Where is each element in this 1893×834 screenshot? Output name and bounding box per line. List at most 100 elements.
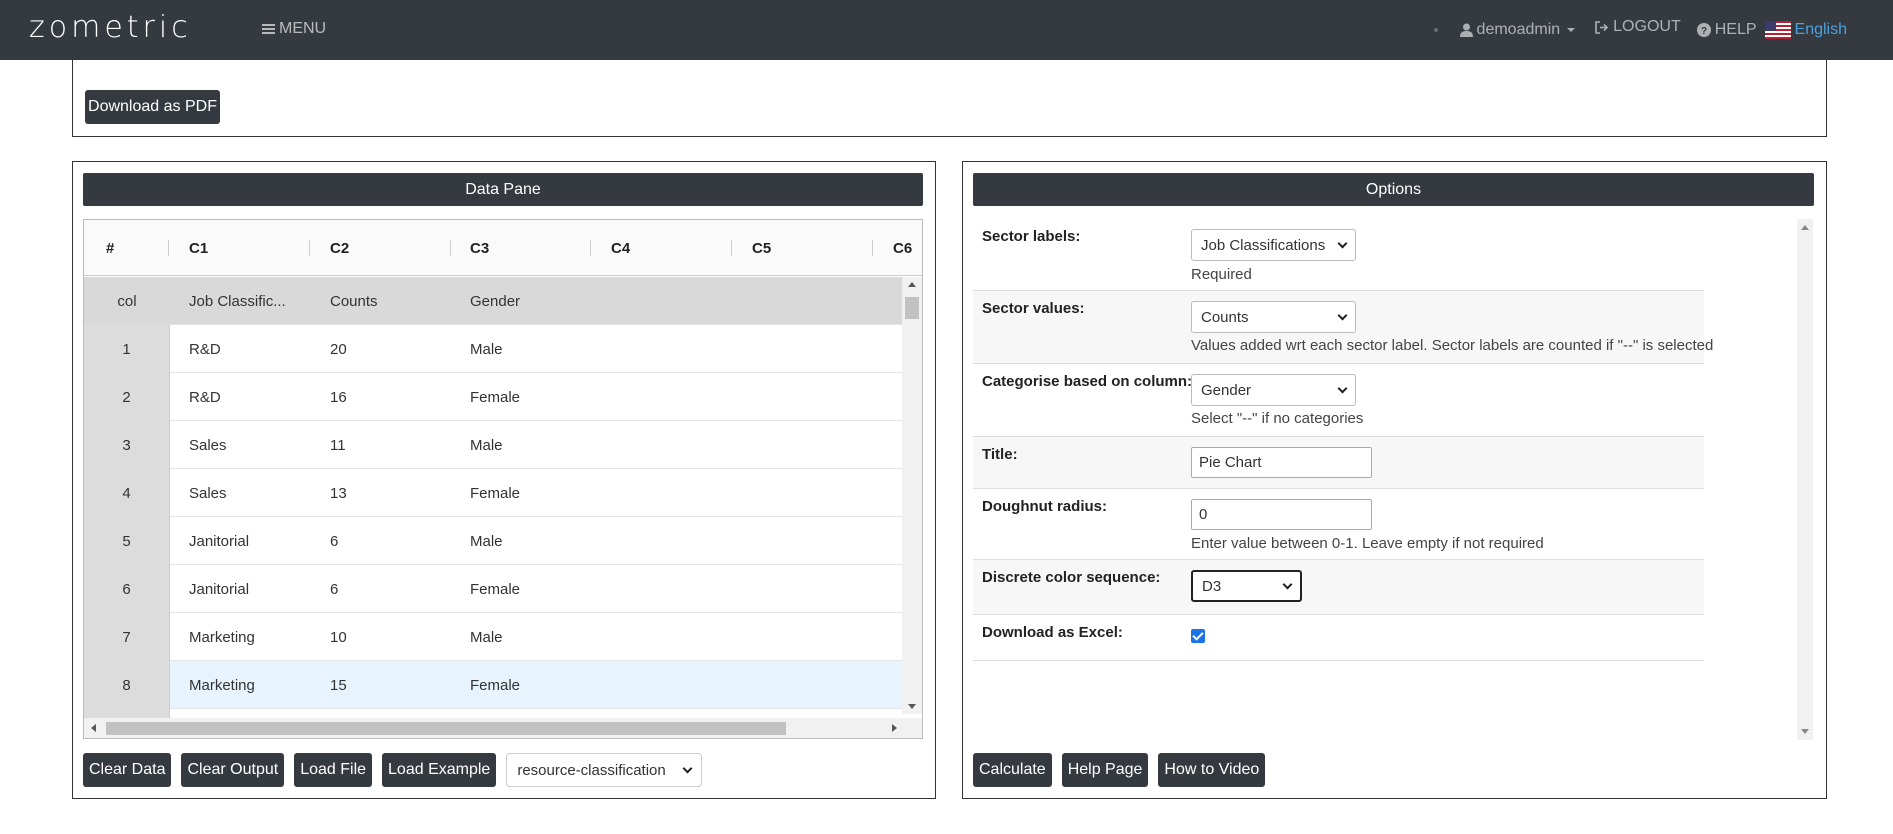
grid-cell[interactable]: Male <box>470 613 503 661</box>
grid-cell[interactable]: 10 <box>330 613 347 661</box>
sector-labels-select[interactable]: Job Classifications <box>1191 229 1356 261</box>
grid-cell[interactable]: 6 <box>330 517 338 565</box>
categorise-value: Gender <box>1201 381 1252 399</box>
grid-cell[interactable]: Female <box>470 373 520 421</box>
sector-values-value: Counts <box>1201 308 1249 326</box>
grid-header-row: # C1 C2 C3 C4 C5 C6 <box>84 220 922 276</box>
column-header-index[interactable]: # <box>106 220 114 276</box>
download-excel-checkbox[interactable] <box>1191 629 1205 643</box>
grid-cell[interactable]: Female <box>470 661 520 709</box>
column-header-c5[interactable]: C5 <box>752 220 771 276</box>
example-select[interactable]: resource-classification <box>506 753 703 787</box>
grid-cell[interactable]: Counts <box>330 277 450 325</box>
menu-button[interactable]: MENU <box>262 20 326 38</box>
help-link[interactable]: ? HELP <box>1696 21 1757 39</box>
top-navbar: zometric MENU demoadmin LOGOUT ? HELP En… <box>0 0 1893 60</box>
grid-cell[interactable]: 6 <box>330 565 338 613</box>
chevron-down-icon <box>682 763 693 773</box>
column-header-c6[interactable]: C6 <box>893 220 912 276</box>
doughnut-radius-input[interactable]: 0 <box>1191 499 1372 530</box>
grid-cell[interactable]: 13 <box>330 469 347 517</box>
row-index: 4 <box>84 469 170 517</box>
option-sector-labels: Sector labels: Job Classifications Requi… <box>973 219 1704 291</box>
grid-cell[interactable]: Male <box>470 517 503 565</box>
row-index: 2 <box>84 373 170 421</box>
categorise-select[interactable]: Gender <box>1191 374 1356 406</box>
grid-cell[interactable]: Job Classific... <box>189 277 319 325</box>
sector-values-select[interactable]: Counts <box>1191 301 1356 333</box>
table-row: 6 Janitorial 6 Female <box>84 565 904 613</box>
sector-labels-label: Sector labels: <box>982 228 1081 245</box>
scroll-up-icon[interactable] <box>1801 225 1809 230</box>
scroll-up-icon[interactable] <box>908 282 916 287</box>
grid-cell[interactable]: Female <box>470 565 520 613</box>
table-row: 7 Marketing 10 Male <box>84 613 904 661</box>
app-logo[interactable]: zometric <box>29 10 192 45</box>
chevron-down-icon <box>1282 579 1293 589</box>
load-example-button[interactable]: Load Example <box>382 753 497 787</box>
column-header-c3[interactable]: C3 <box>470 220 489 276</box>
chevron-down-icon <box>1337 383 1348 393</box>
table-row: 3 Sales 11 Male <box>84 421 904 469</box>
row-index: 3 <box>84 421 170 469</box>
color-sequence-value: D3 <box>1202 577 1222 595</box>
option-doughnut-radius: Doughnut radius: 0 Enter value between 0… <box>973 489 1704 560</box>
grid-cell[interactable]: Gender <box>470 277 590 325</box>
grid-cell[interactable]: R&D <box>189 373 221 421</box>
scroll-down-icon[interactable] <box>908 704 916 709</box>
scroll-thumb[interactable] <box>905 297 919 319</box>
data-grid[interactable]: # C1 C2 C3 C4 C5 C6 col Job Classific...… <box>83 219 923 739</box>
grid-cell[interactable]: 15 <box>330 661 347 709</box>
download-excel-label: Download as Excel: <box>982 624 1123 641</box>
navbar-right: demoadmin LOGOUT ? HELP English <box>1433 18 1893 42</box>
color-sequence-select[interactable]: D3 <box>1191 570 1302 602</box>
table-row: 4 Sales 13 Female <box>84 469 904 517</box>
scroll-left-icon[interactable] <box>91 724 96 732</box>
title-input[interactable]: Pie Chart <box>1191 447 1372 478</box>
language-selector[interactable]: English <box>1764 21 1847 39</box>
grid-cell[interactable]: Sales <box>189 469 227 517</box>
option-color-sequence: Discrete color sequence: D3 <box>973 560 1704 615</box>
clear-output-button[interactable]: Clear Output <box>181 753 285 787</box>
scroll-down-icon[interactable] <box>1801 729 1809 734</box>
logout-link[interactable]: LOGOUT <box>1595 18 1681 36</box>
calculate-button[interactable]: Calculate <box>973 753 1052 787</box>
grid-cell[interactable]: Marketing <box>189 613 255 661</box>
column-header-c4[interactable]: C4 <box>611 220 630 276</box>
load-file-button[interactable]: Load File <box>294 753 373 787</box>
option-download-excel: Download as Excel: <box>973 615 1704 661</box>
grid-horizontal-scrollbar[interactable] <box>84 718 922 738</box>
grid-cell[interactable]: Marketing <box>189 661 255 709</box>
download-pdf-button[interactable]: Download as PDF <box>85 90 220 124</box>
grid-cell[interactable]: 11 <box>330 421 346 469</box>
grid-cell[interactable]: 20 <box>330 325 347 373</box>
column-divider <box>731 240 732 256</box>
grid-cell[interactable]: Male <box>470 421 503 469</box>
grid-cell[interactable]: Female <box>470 469 520 517</box>
example-select-value: resource-classification <box>517 761 666 779</box>
scroll-thumb[interactable] <box>106 722 786 735</box>
data-pane-header: Data Pane <box>83 173 923 206</box>
grid-cell[interactable]: Sales <box>189 421 227 469</box>
how-to-video-button[interactable]: How to Video <box>1158 753 1266 787</box>
options-scrollbar[interactable] <box>1797 219 1813 740</box>
grid-cell[interactable]: Janitorial <box>189 517 249 565</box>
row-index: col <box>84 277 170 325</box>
column-header-c1[interactable]: C1 <box>189 220 208 276</box>
grid-cell[interactable]: 16 <box>330 373 347 421</box>
help-page-button[interactable]: Help Page <box>1061 753 1149 787</box>
grid-cell[interactable]: Janitorial <box>189 565 249 613</box>
column-divider <box>309 240 310 256</box>
grid-vertical-scrollbar[interactable] <box>902 277 922 714</box>
user-dropdown[interactable]: demoadmin <box>1459 21 1576 39</box>
scroll-right-icon[interactable] <box>892 724 897 732</box>
grid-cell[interactable]: R&D <box>189 325 221 373</box>
separator-dot <box>1433 28 1438 32</box>
clear-data-button[interactable]: Clear Data <box>83 753 172 787</box>
hamburger-icon <box>262 24 275 34</box>
sector-values-label: Sector values: <box>982 300 1085 317</box>
table-row: 2 R&D 16 Female <box>84 373 904 421</box>
column-header-c2[interactable]: C2 <box>330 220 349 276</box>
grid-cell[interactable]: Male <box>470 325 503 373</box>
svg-text:?: ? <box>1701 26 1707 37</box>
